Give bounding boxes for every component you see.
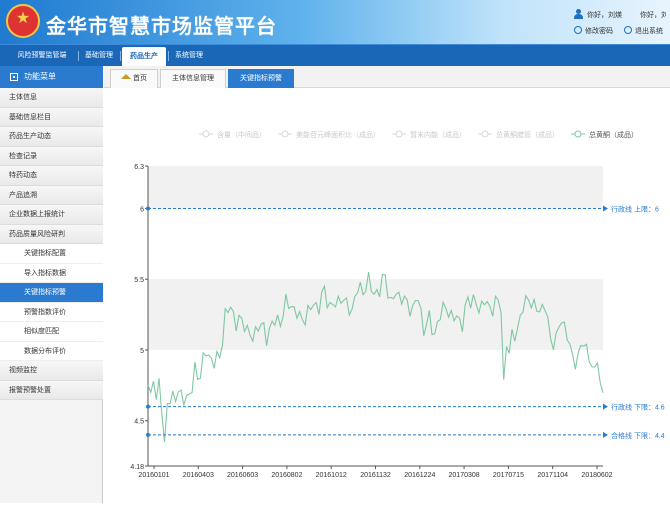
y-tick-label: 6.3 [134,164,144,171]
chart-band [148,279,603,350]
legend-marker [202,130,210,138]
x-tick-label: 20171104 [537,472,568,479]
sidebar-item-quality-risk[interactable]: 药品质量风险研判 [0,224,103,244]
x-tick-label: 20170308 [449,472,480,479]
chart-band [148,166,603,209]
ref-arrow-icon [603,403,608,410]
change-password-button[interactable]: 修改密码 [574,26,613,36]
y-tick-label: 5 [140,348,144,355]
sidebar-subitem-indicator-warning[interactable]: 关键指标预警 [0,283,103,303]
nav-risk-warning[interactable]: 风险预警监管端 [6,45,78,67]
sidebar-item-inspection-records[interactable]: 检查记录 [0,146,103,166]
ref-line-label: 行政线 下限：4.6 [611,403,665,412]
sidebar-item-production-dynamics[interactable]: 药品生产动态 [0,127,103,147]
x-tick-label: 20160403 [183,472,214,479]
legend-item: 总黄酮（成品） [589,130,638,139]
ref-point [146,206,150,211]
x-tick-label: 20160802 [271,472,302,479]
legend-item: 含量（中间品） [217,130,266,139]
ref-point [146,432,150,437]
nav-basic-management[interactable]: 基础管理 [80,45,118,67]
y-tick-label: 5.5 [134,277,144,284]
menu-grid-icon [10,73,18,81]
sidebar-item-basic-info[interactable]: 基础信息栏目 [0,107,103,127]
user-greeting-right: 你好，刘煐 [640,12,666,19]
y-tick-label: 4.18 [130,464,144,471]
user-panel: 你好，刘煐 你好，刘煐 修改密码 退出系统 [566,6,666,40]
emblem-logo: ★ [6,4,40,38]
legend-marker [281,130,289,138]
user-greeting: 你好，刘煐 [587,12,622,19]
page-tabs: 首页 主体信息管理 关键指标预警 [104,66,670,88]
x-tick-label: 20160603 [227,472,258,479]
top-nav: 风险预警监管端 基础管理 药品生产 系统管理 [0,44,670,67]
tab-entity-management[interactable]: 主体信息管理 [160,69,226,88]
sidebar-subitem-similarity[interactable]: 相似度匹配 [0,322,103,342]
app-header: ★ 金华市智慧市场监管平台 你好，刘煐 你好，刘煐 修改密码 退出系统 [0,0,670,44]
app-title: 金华市智慧市场监管平台 [46,16,277,38]
x-tick-label: 20161012 [316,472,347,479]
power-icon [624,26,632,34]
sidebar-subitem-import-data[interactable]: 导入指标数据 [0,263,103,283]
legend-marker [395,130,403,138]
sidebar-menu: 主体信息 基础信息栏目 药品生产动态 检查记录 特药动态 产品追溯 企业数据上报… [0,88,103,400]
y-tick-label: 6 [140,206,144,213]
power-icon [574,26,582,34]
x-tick-label: 20160101 [138,472,169,479]
legend-item: 总黄酮腊管（成品） [496,130,559,139]
sidebar-item-entity-info[interactable]: 主体信息 [0,88,103,108]
user-icon [574,9,583,19]
ref-point [146,404,150,409]
sidebar-item-data-report-stats[interactable]: 企业数据上报统计 [0,205,103,225]
x-tick-label: 20170715 [493,472,524,479]
ref-arrow-icon [603,431,608,438]
sidebar: 功能菜单 主体信息 基础信息栏目 药品生产动态 检查记录 特药动态 产品追溯 企… [0,66,103,503]
sidebar-item-video-monitor[interactable]: 视频监控 [0,361,103,381]
star-icon: ★ [15,10,31,27]
ref-arrow-icon [603,205,608,212]
y-tick-label: 4.5 [134,419,144,426]
legend-item: 暂未内能（成品） [410,130,466,139]
x-tick-label: 20161224 [404,472,435,479]
logout-button[interactable]: 退出系统 [624,26,663,36]
nav-system-management[interactable]: 系统管理 [170,45,208,67]
x-tick-label: 20180602 [581,472,612,479]
legend-marker [481,130,489,138]
sidebar-item-traceability[interactable]: 产品追溯 [0,185,103,205]
ref-line-label: 合格线 下限：4.4 [611,431,665,440]
sidebar-item-alarm-handling[interactable]: 报警预警处置 [0,380,103,400]
sidebar-item-special-drugs[interactable]: 特药动态 [0,166,103,186]
sidebar-subitem-warning-index[interactable]: 预警指数评价 [0,302,103,322]
home-icon [121,74,131,79]
sidebar-header: 功能菜单 [0,66,103,88]
ref-line-label: 行政线 上限：6 [611,204,659,213]
sidebar-subitem-distribution[interactable]: 数据分布评价 [0,341,103,361]
nav-drug-production[interactable]: 药品生产 [122,47,166,67]
indicator-line-chart: 4.18 4.5 5 5.5 6 6.3 20160101 20160403 20160603 2… [130,130,665,479]
sidebar-subitem-indicator-config[interactable]: 关键指标配置 [0,244,103,264]
legend-item: 美能苷元峰面积比（成品） [296,130,380,139]
main-content: 4.18 4.5 5 5.5 6 6.3 20160101 20160403 20160603 2… [104,88,670,503]
tab-indicator-warning[interactable]: 关键指标预警 [228,69,294,88]
legend-marker [574,130,582,138]
tab-home[interactable]: 首页 [110,69,158,88]
x-tick-label: 20161132 [360,472,391,479]
